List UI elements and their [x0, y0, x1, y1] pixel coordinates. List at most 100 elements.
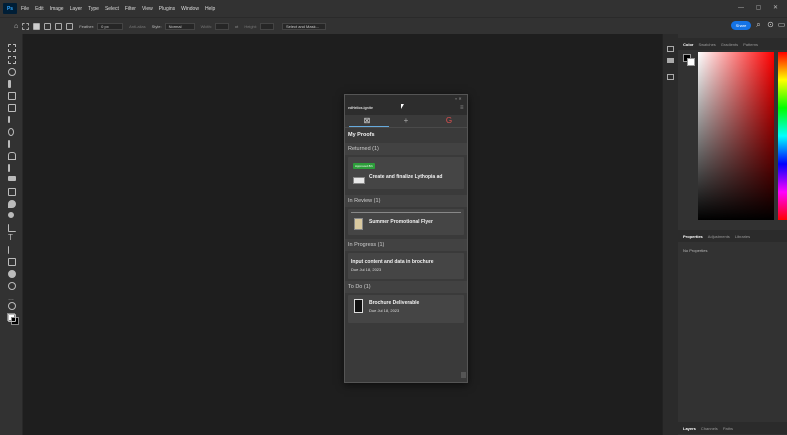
menu-layer[interactable]: Layer [70, 6, 83, 12]
feather-label: Feather: [79, 23, 95, 29]
marquee-tool-icon[interactable] [22, 22, 30, 30]
proof-card[interactable]: Summer Promotional Flyer [348, 209, 464, 235]
history-icon[interactable] [667, 46, 674, 52]
menu-help[interactable]: Help [205, 6, 215, 12]
layers-panel-tabs: Layers Channels Paths [678, 422, 787, 434]
crop-tool-icon[interactable] [8, 92, 16, 100]
menu-plugins[interactable]: Plugins [159, 6, 175, 12]
select-and-mask-button[interactable]: Select and Mask... [282, 22, 326, 30]
subtract-selection-icon[interactable] [55, 22, 63, 30]
menu-filter[interactable]: Filter [125, 6, 136, 12]
proof-due-date: Due Jul 18, 2023 [351, 267, 382, 272]
path-selection-icon[interactable] [8, 246, 16, 254]
proof-card[interactable]: Approved 8/1 Create and finalize Lythopi… [348, 157, 464, 189]
menu-select[interactable]: Select [105, 6, 119, 12]
home-icon[interactable]: ⌂ [14, 23, 18, 30]
eraser-icon[interactable] [8, 176, 16, 181]
gradient-tool-icon[interactable] [8, 188, 16, 196]
tab-patterns[interactable]: Patterns [743, 42, 758, 47]
menu-view[interactable]: View [142, 6, 153, 12]
eyedropper-icon[interactable] [8, 116, 10, 123]
brush-tool-icon[interactable] [8, 140, 10, 148]
add-selection-icon[interactable] [44, 22, 52, 30]
hue-slider[interactable] [778, 52, 787, 220]
tab-libraries[interactable]: Libraries [735, 234, 750, 239]
style-select[interactable]: Normal [164, 22, 195, 30]
no-properties-text: No Properties [683, 248, 708, 253]
mouse-cursor-icon [401, 104, 404, 109]
image-icon[interactable] [667, 74, 674, 80]
share-button[interactable]: Share [731, 21, 751, 30]
menu-window[interactable]: Window [181, 6, 199, 12]
section-in-review[interactable]: In Review (1) [345, 195, 467, 207]
healing-brush-icon[interactable] [8, 128, 14, 136]
section-returned[interactable]: Returned (1) [345, 143, 467, 155]
properties-panel-tabs: Properties Adjustments Libraries [678, 230, 787, 242]
menu-edit[interactable]: Edit [35, 6, 44, 12]
plugin-title: edHelios.ignite [348, 106, 373, 110]
lasso-tool-icon[interactable] [8, 68, 16, 76]
section-in-progress[interactable]: In Progress (1) [345, 239, 467, 251]
move-tool-icon[interactable] [8, 44, 16, 52]
proofs-tab-icon[interactable]: ⊠ [362, 117, 372, 125]
active-tab-indicator [349, 126, 389, 127]
workspace-icon[interactable]: ▭ [777, 20, 786, 29]
tab-layers[interactable]: Layers [683, 426, 696, 431]
window-controls[interactable]: — ▢ ✕ [738, 4, 783, 11]
new-selection-icon[interactable] [33, 22, 41, 30]
tab-gradients[interactable]: Gradients [721, 42, 738, 47]
tab-color[interactable]: Color [683, 42, 693, 47]
hand-tool-icon[interactable] [8, 270, 16, 278]
swap-icon[interactable]: ⇄ [235, 24, 238, 29]
feather-input[interactable]: 0 px [97, 22, 124, 30]
tab-swatches[interactable]: Swatches [698, 42, 715, 47]
frame-tool-icon[interactable] [8, 104, 16, 112]
plus-tab-icon[interactable]: + [401, 117, 411, 125]
tab-channels[interactable]: Channels [701, 426, 718, 431]
plugin-tabs: ⊠ + G [345, 115, 467, 128]
antialias-checkbox[interactable]: Anti-alias [129, 24, 145, 29]
magic-wand-icon[interactable] [8, 80, 11, 88]
tools-panel: T … [0, 34, 23, 435]
proof-card[interactable]: Brochure Deliverable Due Jul 18, 2023 [348, 295, 464, 323]
panel-menu-icon[interactable]: ≡ [460, 105, 464, 111]
collapse-close-icon[interactable]: « ✕ [455, 96, 462, 101]
height-label: Height: [244, 23, 257, 29]
my-proofs-heading: My Proofs [348, 132, 375, 138]
dodge-tool-icon[interactable] [8, 212, 14, 218]
proof-due-date: Due Jul 18, 2023 [369, 308, 400, 313]
color-background-swatch[interactable] [687, 58, 695, 66]
menu-type[interactable]: Type [88, 6, 99, 12]
refresh-tab-icon[interactable]: G [444, 117, 454, 125]
search-icon[interactable]: ⌕ [754, 20, 763, 29]
marquee-tool-icon[interactable] [8, 56, 16, 64]
color-picker-field[interactable] [698, 52, 774, 220]
plugin-panel: edHelios.ignite « ✕ ≡ ⊠ + G My Proofs Re… [344, 94, 468, 383]
rectangle-tool-icon[interactable] [8, 258, 16, 266]
proof-title: Brochure Deliverable [369, 300, 420, 306]
intersect-selection-icon[interactable] [66, 22, 74, 30]
comments-icon[interactable] [667, 58, 674, 63]
resize-handle[interactable] [461, 372, 466, 378]
help-icon[interactable]: ⊙ [766, 20, 775, 29]
section-to-do[interactable]: To Do (1) [345, 281, 467, 293]
screen-mode-icon[interactable] [8, 314, 16, 322]
menu-image[interactable]: Image [50, 6, 64, 12]
menu-file[interactable]: File [21, 6, 29, 12]
proof-title: Input content and data in brochure [351, 259, 434, 265]
quick-mask-icon[interactable] [8, 302, 16, 310]
height-input[interactable] [260, 22, 274, 30]
plugin-header: edHelios.ignite « ✕ ≡ [345, 95, 467, 115]
stamp-tool-icon[interactable] [8, 152, 16, 160]
pen-tool-icon[interactable] [8, 224, 16, 232]
tab-properties[interactable]: Properties [683, 234, 703, 239]
tab-adjustments[interactable]: Adjustments [708, 234, 730, 239]
type-tool-icon[interactable]: T [8, 234, 16, 242]
width-input[interactable] [214, 22, 229, 30]
tab-paths[interactable]: Paths [723, 426, 733, 431]
blur-tool-icon[interactable] [8, 200, 16, 208]
options-bar: ⌂ Feather: 0 px Anti-alias Style: Normal… [0, 17, 787, 34]
history-brush-icon[interactable] [8, 164, 10, 172]
zoom-tool-icon[interactable] [8, 282, 16, 290]
proof-card[interactable]: Input content and data in brochure Due J… [348, 253, 464, 279]
